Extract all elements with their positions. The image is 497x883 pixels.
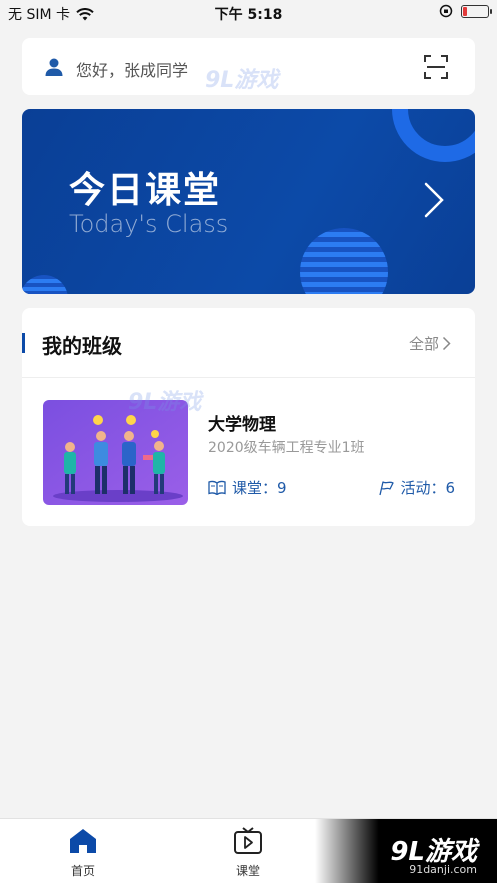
orientation-lock-icon — [439, 4, 453, 18]
chevron-right-small-icon — [442, 336, 451, 351]
section-title: 我的班级 — [42, 334, 122, 358]
course-class-name: 2020级车辆工程专业1班 — [208, 440, 365, 456]
home-icon — [70, 829, 96, 853]
banner-subtitle: Today's Class — [69, 210, 229, 238]
scan-icon[interactable] — [423, 54, 449, 80]
lessons-label: 课堂：9 — [232, 479, 287, 497]
play-screen-icon — [234, 827, 262, 854]
bottom-tab-bar: 首页 课堂 9L游戏 91danji.com — [0, 818, 497, 883]
battery-icon — [461, 4, 492, 18]
my-classes-card: 我的班级 全部 大学物理 2020级车辆工程专业1班 课堂：9 活动：6 — [22, 308, 475, 526]
view-all-label: 全部 — [408, 335, 439, 353]
tab-home[interactable]: 首页 — [53, 827, 113, 879]
section-accent-bar — [22, 333, 25, 353]
decorative-ring-top-right — [392, 109, 475, 162]
course-thumbnail[interactable] — [43, 400, 188, 505]
team-illustration — [43, 400, 188, 505]
course-name[interactable]: 大学物理 — [208, 410, 276, 435]
decorative-sphere-bottom — [300, 228, 388, 294]
activities-label: 活动：6 — [400, 479, 455, 497]
my-classes-header: 我的班级 全部 — [22, 308, 475, 378]
status-right — [439, 4, 492, 18]
view-all-link[interactable]: 全部 — [409, 333, 451, 354]
tab-course-label: 课堂 — [235, 864, 260, 878]
lessons-count[interactable]: 课堂：9 — [208, 477, 287, 498]
brand-site: 91danji.com — [409, 863, 477, 876]
tab-home-label: 首页 — [70, 864, 95, 878]
flag-icon — [379, 480, 395, 495]
decorative-sphere-bottom-left — [22, 275, 68, 294]
greeting-text: 您好，张成同学 — [76, 61, 189, 80]
banner-title: 今日课堂 — [69, 170, 222, 211]
chevron-right-icon[interactable] — [423, 181, 445, 219]
activities-count[interactable]: 活动：6 — [378, 477, 455, 498]
book-icon — [208, 480, 226, 495]
status-time: 下午 5:18 — [214, 7, 283, 23]
todays-class-banner[interactable]: 今日课堂 Today's Class — [22, 109, 475, 294]
brand-watermark: 9L游戏 91danji.com — [315, 819, 497, 883]
user-icon — [45, 58, 63, 76]
status-bar: 无 SIM 卡 下午 5:18 — [0, 0, 497, 26]
battery-fill — [463, 6, 467, 16]
greeting-card: 您好，张成同学 — [22, 38, 475, 95]
tab-course[interactable]: 课堂 — [218, 827, 278, 879]
